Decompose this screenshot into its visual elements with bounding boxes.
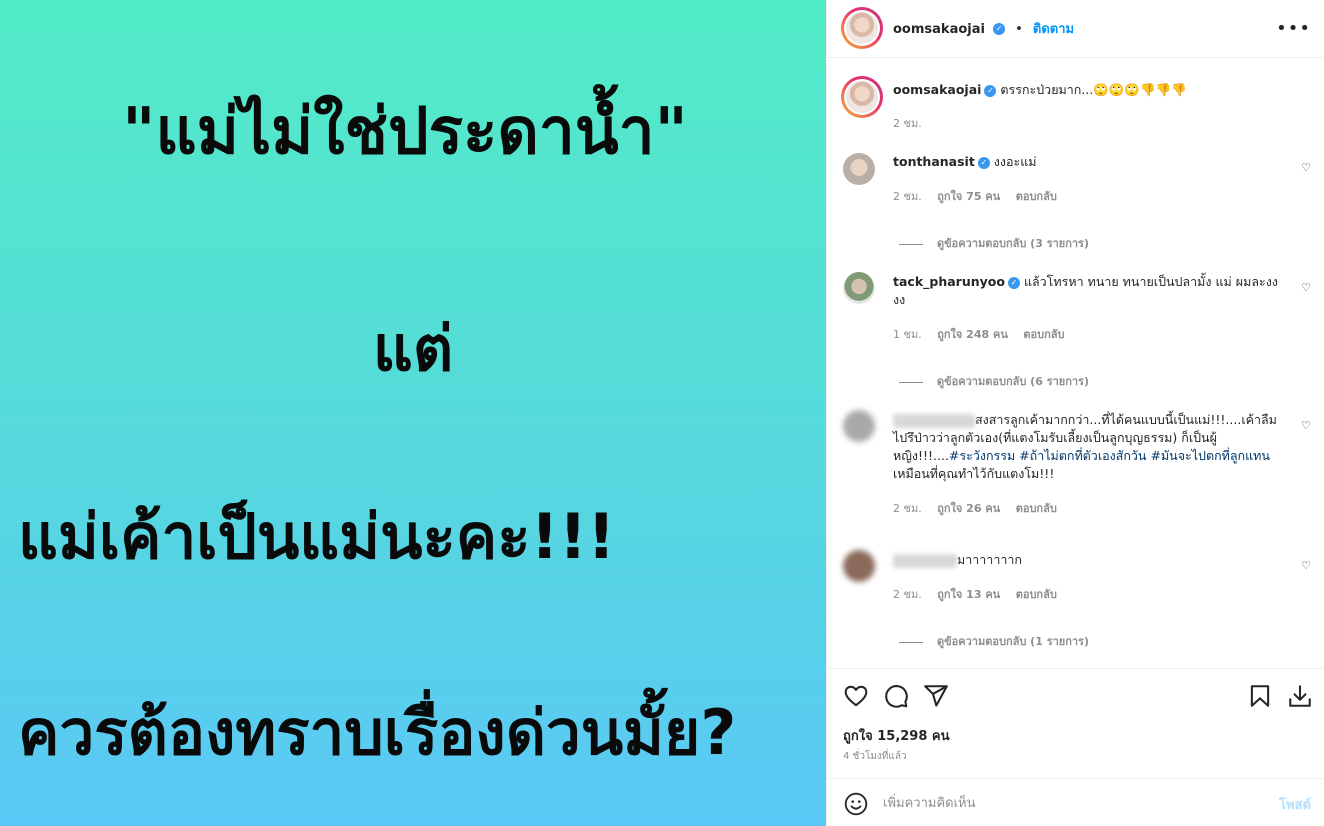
blurred-username[interactable] [893,413,975,428]
hashtag-link[interactable]: #ถ้าไม่ตกที่ตัวเองสักวัน [1019,448,1146,463]
author-avatar[interactable] [841,7,883,49]
comment-like-heart-icon[interactable]: ♡ [1301,281,1311,294]
post-header: oomsakaojai ✓ • ติดตาม ••• [827,0,1324,58]
share-icon[interactable] [923,683,949,709]
post-likes-count[interactable]: ถูกใจ 15,298 คน [843,725,950,746]
comment-time: 2 ชม. [893,502,922,515]
post-comment-button[interactable]: โพสต์ [1279,794,1311,815]
verified-badge-icon: ✓ [1007,276,1020,289]
verified-badge-icon: ✓ [977,156,990,169]
comment-likes-count[interactable]: ถูกใจ 26 คน [937,502,1000,515]
comment-text-row: สงสารลูกเค้ามากกว่า...ที่ได้คนแบบนี้เป็น… [893,411,1293,483]
hashtag-link[interactable]: #ระวังกรรม [949,448,1015,463]
save-bookmark-icon[interactable] [1247,683,1273,709]
comment-text: มาาาาาาาก [957,552,1022,567]
comment-likes-count[interactable]: ถูกใจ 248 คน [937,328,1008,341]
comment-username[interactable]: tonthanasit [893,154,975,169]
view-replies-label: ดูข้อความตอบกลับ (3 รายการ) [937,237,1089,250]
comment-like-heart-icon[interactable]: ♡ [1301,419,1311,432]
comment-text-row: มาาาาาาาก [893,551,1293,569]
comment-avatar[interactable] [843,410,875,442]
comment-text-row: tonthanasit ✓ งงอะแม่ [893,153,1283,171]
view-replies-button[interactable]: ดูข้อความตอบกลับ (1 รายการ) [899,632,1089,650]
comment-username[interactable]: tack_pharunyoo [893,274,1005,289]
emoji-icon[interactable] [843,791,869,817]
comment-text: แล้วโทรหา ทนาย ทนายเป็นปลามั้ง แม่ ผมละง… [1023,274,1278,289]
comment-meta: 2 ชม. ถูกใจ 75 คน ตอบกลับ [893,187,1069,205]
comment-time: 1 ชม. [893,328,922,341]
comment-text-continued: หญิง!!!.... [893,448,949,463]
caption-username[interactable]: oomsakaojai [893,82,981,97]
comment-text: สงสารลูกเค้ามากกว่า...ที่ได้คนแบบนี้เป็น… [975,412,1277,427]
comment-reply-button[interactable]: ตอบกลับ [1016,190,1057,203]
comment-reply-button[interactable]: ตอบกลับ [1016,588,1057,601]
hashtag-link[interactable]: #มันจะไปตกที่ลูกแทน [1150,448,1270,463]
comment-avatar[interactable] [843,272,875,304]
caption-text: ตรรกะป่วยมาก...🙄🙄🙄👎👎👎 [1000,82,1187,97]
comment-likes-count[interactable]: ถูกใจ 75 คน [937,190,1000,203]
image-text-line-1: "แม่ไม่ใช่ประดาน้ำ" [122,95,688,169]
download-icon[interactable] [1287,683,1313,709]
comment-text-row: tack_pharunyoo ✓ แล้วโทรหา ทนาย ทนายเป็นป… [893,273,1293,309]
image-text-line-2: แต่ [372,312,454,385]
comment-like-heart-icon[interactable]: ♡ [1301,161,1311,174]
comment-time: 2 ชม. [893,190,922,203]
view-replies-line [899,243,923,245]
comment-meta: 1 ชม. ถูกใจ 248 คน ตอบกลับ [893,325,1076,343]
comment-reply-button[interactable]: ตอบกลับ [1023,328,1064,341]
view-replies-line [899,641,923,643]
comment-text-continued: งง [893,292,906,307]
view-replies-label: ดูข้อความตอบกลับ (6 รายการ) [937,375,1089,388]
post-actions: ถูกใจ 15,298 คน 4 ชั่วโมงที่แล้ว [827,668,1324,778]
view-replies-button[interactable]: ดูข้อความตอบกลับ (3 รายการ) [899,234,1089,252]
like-heart-icon[interactable] [843,683,869,709]
add-comment-input[interactable] [883,792,1253,814]
caption-text-row: oomsakaojai ✓ ตรรกะป่วยมาก...🙄🙄🙄👎👎👎 [893,81,1293,99]
verified-badge-icon: ✓ [984,84,997,97]
header-user-row: oomsakaojai ✓ • ติดตาม [893,18,1074,39]
image-text-line-4: ควรต้องทราบเรื่องด่วนมั้ย? [18,696,737,769]
comment-time: 2 ชม. [893,588,922,601]
caption-meta: 2 ชม. [893,114,934,132]
blurred-username[interactable] [893,553,957,568]
comment-text-continued: เหมือนที่คุณทำไว้กับแตงโม!!! [893,466,1055,481]
author-username[interactable]: oomsakaojai [893,22,985,37]
caption-time: 2 ชม. [893,117,922,130]
comment-avatar[interactable] [843,153,875,185]
comment-likes-count[interactable]: ถูกใจ 13 คน [937,588,1000,601]
view-replies-line [899,381,923,383]
more-options-icon[interactable]: ••• [1276,18,1311,39]
image-text-line-3: แม่เค้าเป็นแม่นะคะ!!! [18,500,616,573]
comment-like-heart-icon[interactable]: ♡ [1301,559,1311,572]
post-timestamp[interactable]: 4 ชั่วโมงที่แล้ว [843,749,907,764]
comment-text: งงอะแม่ [993,154,1037,169]
post-side-panel: oomsakaojai ✓ • ติดตาม ••• oomsakaojai ✓ … [826,0,1324,826]
verified-badge-icon: ✓ [993,22,1006,35]
comments-list[interactable]: oomsakaojai ✓ ตรรกะป่วยมาก...🙄🙄🙄👎👎👎 2 ชม.… [827,58,1324,668]
view-replies-button[interactable]: ดูข้อความตอบกลับ (6 รายการ) [899,372,1089,390]
comment-text-continued: ไปรึป่าวว่าลูกตัวเอง(ที่แตงโมรับเลี้ยงเป… [893,430,1217,445]
post-image[interactable]: "แม่ไม่ใช่ประดาน้ำ" แต่ แม่เค้าเป็นแม่นะ… [0,0,826,826]
comment-meta: 2 ชม. ถูกใจ 26 คน ตอบกลับ [893,499,1069,517]
add-comment-bar: โพสต์ [827,778,1324,826]
follow-button[interactable]: ติดตาม [1033,22,1074,37]
comment-icon[interactable] [883,683,909,709]
comment-reply-button[interactable]: ตอบกลับ [1016,502,1057,515]
view-replies-label: ดูข้อความตอบกลับ (1 รายการ) [937,635,1089,648]
comment-avatar[interactable] [843,550,875,582]
caption-avatar[interactable] [841,76,883,118]
comment-meta: 2 ชม. ถูกใจ 13 คน ตอบกลับ [893,585,1069,603]
separator-dot: • [1015,22,1023,37]
